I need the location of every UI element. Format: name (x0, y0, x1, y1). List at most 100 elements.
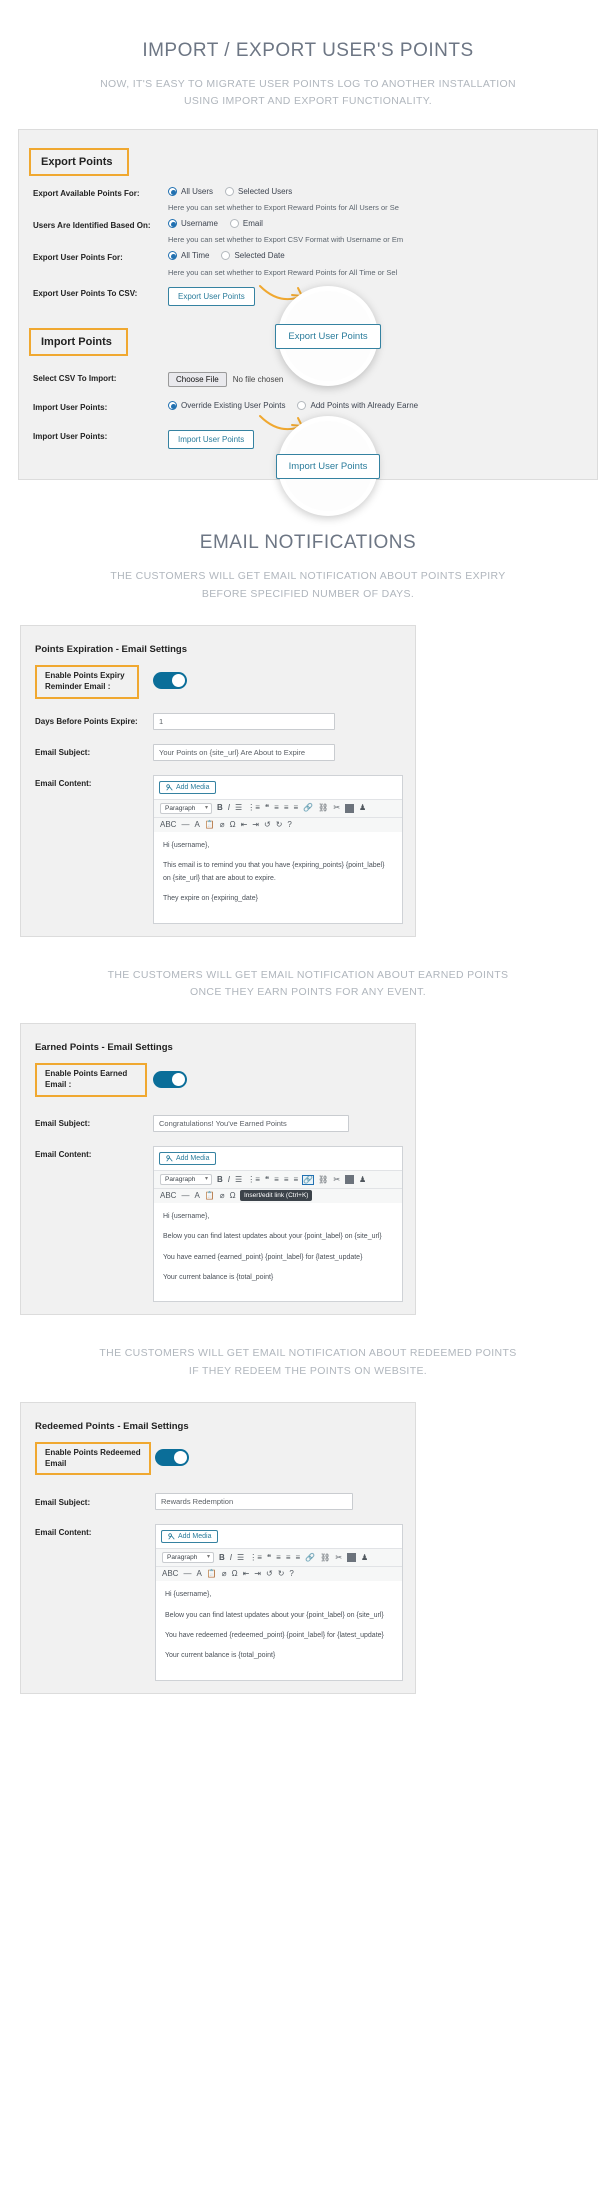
blockquote-icon[interactable]: ❝ (267, 1553, 271, 1562)
choose-file-button[interactable]: Choose File (168, 372, 227, 388)
text-color-icon[interactable]: A (194, 820, 199, 829)
clear-formatting-icon[interactable]: ⌀ (220, 820, 225, 829)
radio-override-existing[interactable]: Override Existing User Points (168, 401, 285, 411)
expiry-email-body[interactable]: Hi {username}, This email is to remind y… (154, 832, 402, 923)
earned-email-editor[interactable]: Add Media Paragraph B I ☰ ⋮≡ ❝ ≡ ≡ ≡ (153, 1146, 403, 1303)
unlink-icon[interactable]: ⛓ (320, 1553, 330, 1562)
editor-toolbar-row-2[interactable]: ABC — A 📋 ⌀ Ω ⇤ ⇥ ↺ ↻ Insert/edit link (… (154, 1188, 402, 1203)
toolbar-toggle-icon[interactable] (347, 1553, 357, 1563)
strikethrough-icon[interactable]: ABC (162, 1570, 178, 1578)
link-icon[interactable]: 🔗 (305, 1553, 315, 1562)
link-icon[interactable]: 🔗 (303, 804, 313, 812)
export-user-points-button[interactable]: Export User Points (168, 286, 255, 307)
italic-icon[interactable]: I (228, 804, 230, 812)
more-tag-icon[interactable]: ✂ (335, 1553, 342, 1562)
bullet-list-icon[interactable]: ☰ (235, 1175, 242, 1184)
text-color-icon[interactable]: A (194, 1192, 199, 1200)
paste-text-icon[interactable]: 📋 (205, 1192, 215, 1200)
blockquote-icon[interactable]: ❝ (265, 804, 269, 812)
numbered-list-icon[interactable]: ⋮≡ (247, 1175, 260, 1184)
indent-icon[interactable]: ⇥ (252, 820, 259, 829)
add-media-button[interactable]: Add Media (159, 1152, 217, 1165)
horizontal-rule-icon[interactable]: — (183, 1570, 191, 1578)
enable-earned-email-toggle[interactable] (153, 1070, 187, 1088)
strikethrough-icon[interactable]: ABC (160, 1192, 176, 1200)
radio-username[interactable]: Username (168, 219, 218, 229)
days-before-expire-input[interactable]: 1 (153, 712, 335, 730)
special-char-icon[interactable]: Ω (230, 820, 236, 829)
numbered-list-icon[interactable]: ⋮≡ (247, 804, 260, 812)
radio-selected-date[interactable]: Selected Date (221, 251, 285, 261)
editor-toolbar-row-2[interactable]: ABC — A 📋 ⌀ Ω ⇤ ⇥ ↺ ↻ ? (154, 816, 402, 832)
paragraph-format-select[interactable]: Paragraph (162, 1552, 214, 1564)
indent-icon[interactable]: ⇥ (254, 1570, 261, 1578)
earned-subject-input[interactable]: Congratulations! You've Earned Points (153, 1115, 349, 1132)
user-icon[interactable]: ♟ (359, 1175, 366, 1184)
toolbar-toggle-icon[interactable] (345, 803, 355, 813)
more-tag-icon[interactable]: ✂ (333, 804, 340, 812)
user-icon[interactable]: ♟ (359, 804, 366, 812)
align-left-icon[interactable]: ≡ (274, 804, 279, 812)
radio-all-time[interactable]: All Time (168, 251, 209, 261)
redeemed-email-body[interactable]: Hi {username}, Below you can find latest… (156, 1581, 402, 1679)
radio-all-users[interactable]: All Users (168, 186, 213, 196)
help-icon[interactable]: ? (287, 820, 291, 829)
align-right-icon[interactable]: ≡ (294, 804, 299, 812)
editor-toolbar-row-1[interactable]: Paragraph B I ☰ ⋮≡ ❝ ≡ ≡ ≡ 🔗 ⛓ ✂ (154, 1170, 402, 1188)
redo-icon[interactable]: ↻ (278, 1570, 285, 1578)
editor-toolbar-row-1[interactable]: Paragraph B I ☰ ⋮≡ ❝ ≡ ≡ ≡ 🔗 ⛓ ✂ (154, 798, 402, 817)
import-user-points-button[interactable]: Import User Points (168, 429, 255, 450)
align-center-icon[interactable]: ≡ (286, 1553, 291, 1562)
unlink-icon[interactable]: ⛓ (318, 1175, 328, 1184)
numbered-list-icon[interactable]: ⋮≡ (249, 1553, 262, 1562)
redeemed-email-editor[interactable]: Add Media Paragraph B I ☰ ⋮≡ ❝ ≡ ≡ ≡ (155, 1524, 403, 1681)
editor-toolbar-row-1[interactable]: Paragraph B I ☰ ⋮≡ ❝ ≡ ≡ ≡ 🔗 ⛓ ✂ (156, 1548, 402, 1567)
more-tag-icon[interactable]: ✂ (333, 1175, 340, 1184)
special-char-icon[interactable]: Ω (232, 1570, 238, 1578)
italic-icon[interactable]: I (230, 1553, 232, 1562)
bold-icon[interactable]: B (217, 804, 223, 812)
align-left-icon[interactable]: ≡ (274, 1175, 279, 1184)
paragraph-format-select[interactable]: Paragraph (160, 802, 212, 814)
paragraph-format-select[interactable]: Paragraph (160, 1174, 212, 1185)
outdent-icon[interactable]: ⇤ (241, 820, 248, 829)
radio-email[interactable]: Email (229, 219, 263, 229)
paste-text-icon[interactable]: 📋 (207, 1570, 217, 1578)
align-right-icon[interactable]: ≡ (294, 1175, 299, 1184)
expiry-email-editor[interactable]: Add Media Paragraph B I ☰ ⋮≡ ❝ ≡ ≡ ≡ (153, 774, 403, 924)
expiry-subject-input[interactable]: Your Points on {site_url} Are About to E… (153, 743, 335, 761)
horizontal-rule-icon[interactable]: — (181, 1192, 189, 1200)
help-icon[interactable]: ? (289, 1570, 293, 1578)
undo-icon[interactable]: ↺ (264, 820, 271, 829)
align-center-icon[interactable]: ≡ (284, 1175, 289, 1184)
special-char-icon[interactable]: Ω (230, 1192, 236, 1200)
clear-formatting-icon[interactable]: ⌀ (222, 1570, 227, 1578)
bold-icon[interactable]: B (219, 1553, 225, 1562)
undo-icon[interactable]: ↺ (266, 1570, 273, 1578)
bullet-list-icon[interactable]: ☰ (235, 804, 242, 812)
text-color-icon[interactable]: A (196, 1570, 201, 1578)
bold-icon[interactable]: B (217, 1175, 223, 1184)
bullet-list-icon[interactable]: ☰ (237, 1553, 244, 1562)
enable-expiry-reminder-toggle[interactable] (153, 672, 187, 690)
align-right-icon[interactable]: ≡ (296, 1553, 301, 1562)
horizontal-rule-icon[interactable]: — (181, 820, 189, 829)
editor-toolbar-row-2[interactable]: ABC — A 📋 ⌀ Ω ⇤ ⇥ ↺ ↻ ? (156, 1566, 402, 1582)
earned-email-body[interactable]: Hi {username}, Below you can find latest… (154, 1203, 402, 1301)
redo-icon[interactable]: ↻ (276, 820, 283, 829)
magnified-import-user-points-button[interactable]: Import User Points (275, 453, 381, 479)
outdent-icon[interactable]: ⇤ (243, 1570, 250, 1578)
unlink-icon[interactable]: ⛓ (318, 804, 328, 812)
paste-text-icon[interactable]: 📋 (205, 820, 215, 829)
redeemed-subject-input[interactable]: Rewards Redemption (155, 1493, 353, 1511)
align-center-icon[interactable]: ≡ (284, 804, 289, 812)
link-icon[interactable]: 🔗 (302, 1174, 315, 1185)
user-icon[interactable]: ♟ (361, 1553, 368, 1562)
add-media-button[interactable]: Add Media (161, 1530, 219, 1544)
clear-formatting-icon[interactable]: ⌀ (220, 1192, 225, 1200)
align-left-icon[interactable]: ≡ (276, 1553, 281, 1562)
file-input-group[interactable]: Choose File No file chosen (168, 372, 597, 388)
radio-selected-users[interactable]: Selected Users (225, 186, 292, 196)
blockquote-icon[interactable]: ❝ (265, 1175, 269, 1184)
add-media-button[interactable]: Add Media (159, 780, 217, 794)
